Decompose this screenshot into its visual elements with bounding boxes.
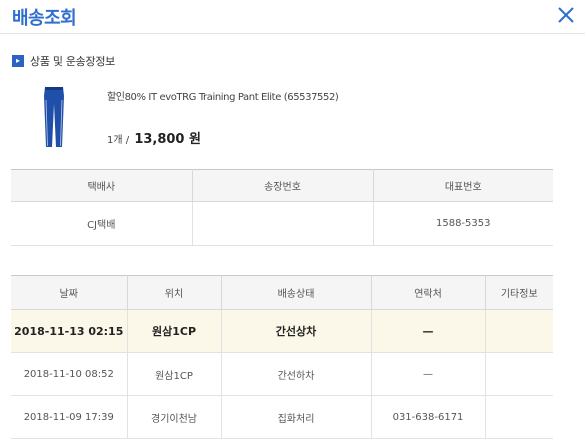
column-header: 연락처: [371, 275, 486, 310]
contact-cell: —: [371, 309, 486, 353]
column-header: 날짜: [11, 275, 128, 310]
section-heading: ▸ 상품 및 운송장정보: [12, 53, 115, 69]
column-header: 대표번호: [373, 169, 553, 202]
column-header: 택배사: [11, 169, 193, 202]
status-cell: 간선상차: [221, 309, 372, 353]
carrier-cell: CJ택배: [11, 201, 193, 246]
table-row: 2018-11-09 17:39 경기이천남 집화처리 031-638-6171: [11, 395, 553, 439]
status-cell: 간선하차: [221, 352, 372, 396]
contact-cell: —: [371, 352, 486, 396]
close-icon[interactable]: [555, 4, 577, 26]
table-row: 2018-11-13 02:15 원삼1CP 간선상차 —: [11, 309, 553, 353]
location-cell: 경기이천남: [127, 395, 222, 439]
section-label: 상품 및 운송장정보: [30, 55, 115, 68]
table-row: CJ택배 1588-5353: [11, 201, 553, 246]
product-quantity-price: 1개 / 13,800 원: [107, 128, 201, 147]
modal-header: 배송조회: [0, 0, 585, 34]
etc-cell: [485, 395, 553, 439]
contact-cell: 031-638-6171: [371, 395, 486, 439]
column-header: 위치: [127, 275, 222, 310]
date-cell: 2018-11-13 02:15: [11, 309, 128, 353]
product-price: 13,800 원: [134, 132, 201, 147]
product-quantity: 1개 /: [107, 135, 130, 146]
column-header: 배송상태: [221, 275, 372, 310]
date-cell: 2018-11-09 17:39: [11, 395, 128, 439]
product-thumbnail: [44, 87, 64, 147]
column-header: 기타정보: [485, 275, 553, 310]
location-cell: 원삼1CP: [127, 352, 222, 396]
product-name: 할인80% IT evoTRG Training Pant Elite (655…: [107, 92, 339, 103]
table-header-row: 날짜 위치 배송상태 연락처 기타정보: [11, 275, 553, 310]
arrow-bullet-icon: ▸: [12, 55, 24, 67]
table-row: 2018-11-10 08:52 원삼1CP 간선하차 —: [11, 352, 553, 396]
column-header: 송장번호: [192, 169, 374, 202]
tracking-history-table: 날짜 위치 배송상태 연락처 기타정보 2018-11-13 02:15 원삼1…: [11, 275, 553, 439]
etc-cell: [485, 309, 553, 353]
phone-cell: 1588-5353: [373, 201, 553, 246]
location-cell: 원삼1CP: [127, 309, 222, 353]
tracking-number-cell[interactable]: [192, 201, 374, 246]
shipping-info-table: 택배사 송장번호 대표번호 CJ택배 1588-5353: [11, 169, 553, 246]
page-title: 배송조회: [12, 8, 77, 29]
date-cell: 2018-11-10 08:52: [11, 352, 128, 396]
table-header-row: 택배사 송장번호 대표번호: [11, 169, 553, 202]
status-cell: 집화처리: [221, 395, 372, 439]
etc-cell: [485, 352, 553, 396]
